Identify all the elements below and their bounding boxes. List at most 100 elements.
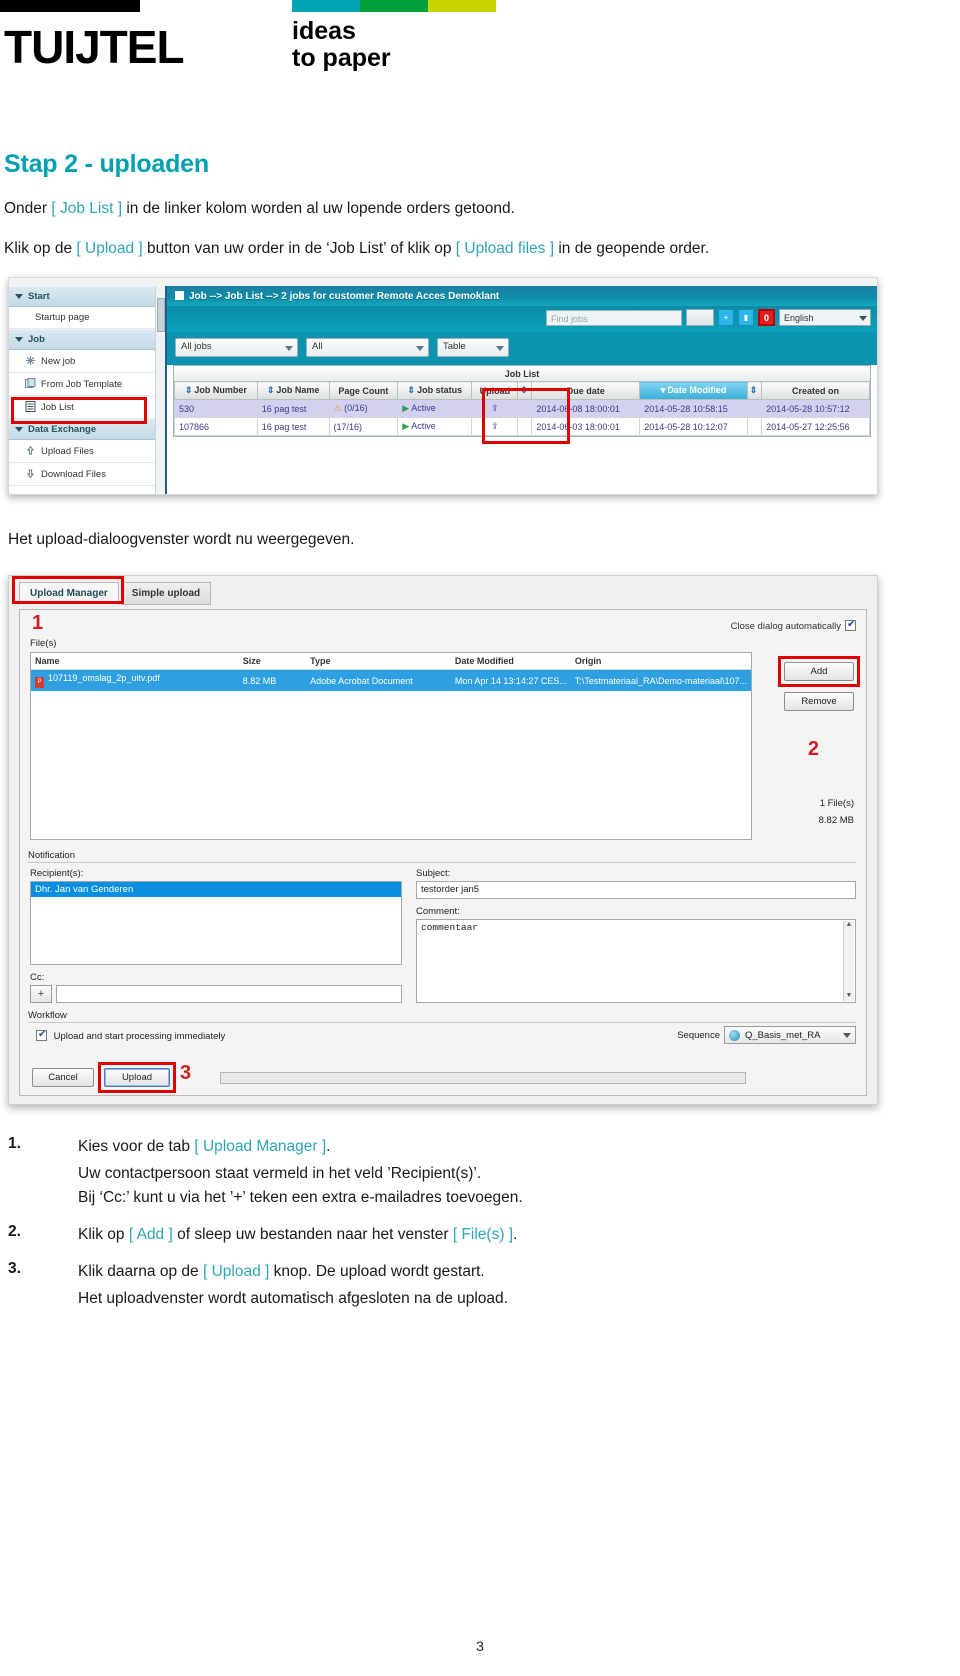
sidebar-item-download-files[interactable]: Download Files [9,463,163,487]
col-job-number-label: Job Number [194,385,247,396]
col-job-status[interactable]: ⇕ Job status [397,381,473,401]
cell-page-count: (17/16) [328,417,399,437]
joblist-titlebar: Job --> Job List --> 2 jobs for customer… [167,286,877,307]
instruction-3-body: Klik daarna op de [ Upload ] knop. De up… [78,1260,960,1283]
search-icon[interactable] [686,309,714,327]
instruction-3-number: 3. [8,1260,21,1278]
file-cell-origin: T:\Testmateriaal_RA\Demo-materiaal\107..… [570,669,751,692]
sequence-value: Q_Basis_met_RA [745,1030,821,1042]
joblist-breadcrumb: Job --> Job List --> 2 jobs for customer… [189,291,500,303]
col-created-on[interactable]: Created on [761,381,870,401]
instruction-2-number: 2. [8,1222,21,1240]
logout-icon[interactable]: 0 [758,309,775,327]
cell-job-status-value: Active [411,421,436,432]
cc-input[interactable] [56,985,402,1004]
col-page-count[interactable]: Page Count [328,381,399,401]
sort-desc-icon: ▾ [660,385,666,396]
find-jobs-input[interactable]: Find jobs [546,309,682,326]
instruction-1-sub-1: Uw contactpersoon staat vermeld in het v… [78,1165,482,1183]
intro-paragraph-1: Onder [ Job List ] in de linker kolom wo… [4,197,960,221]
cell-job-name: 16 pag test [256,417,330,437]
upload-and-start-checkbox[interactable] [36,1029,47,1042]
close-dialog-checkbox[interactable] [845,619,856,632]
close-dialog-automatically-row[interactable]: Close dialog automatically [731,619,856,632]
subject-label: Subject: [416,868,451,880]
filter-all-value: All [312,341,323,353]
files-list-box[interactable]: Name Size Type Date Modified Origin P 107… [30,652,752,841]
file-row[interactable]: P 107119_omslag_2p_uitv.pdf 8.82 MB Adobe… [31,669,751,692]
col-sort-handle-created[interactable]: ⇕ [747,381,763,401]
cc-add-button[interactable]: + [30,985,52,1004]
logo-bar-green [360,0,428,12]
sidebar-scrollbar[interactable] [155,286,165,495]
comment-textarea[interactable]: commentaar ▲ ▼ [416,919,856,1004]
col-date-modified-label: Date Modified [667,385,727,396]
sidebar-item-new-job[interactable]: New job [9,350,163,374]
remove-button[interactable]: Remove [784,692,854,712]
instruction-2-ref-add: [ Add ] [128,1225,173,1243]
play-icon: ▶ [402,403,410,414]
joblist-filters: All jobs All Table [167,332,877,366]
files-table: Name Size Type Date Modified Origin P 107… [31,653,751,692]
recipient-selected-item[interactable]: Dhr. Jan van Genderen [31,882,401,898]
comment-label: Comment: [416,906,460,918]
intro2-ref-uploadfiles: [ Upload files ] [455,240,555,258]
sidebar-item-from-job-template[interactable]: From Job Template [9,373,163,397]
file-col-name[interactable]: Name [31,653,239,671]
sort-icon: ⇕ [266,385,275,396]
file-cell-size: 8.82 MB [238,669,307,692]
cancel-button[interactable]: Cancel [32,1068,94,1088]
intro1-text-b: in de linker kolom worden al uw lopende … [122,200,515,217]
intro1-ref-joblist: [ Job List ] [51,200,123,217]
filter-view-table[interactable]: Table [437,338,509,358]
cell-page-count-value: (0/16) [344,403,368,414]
col-date-modified[interactable]: ▾ Date Modified [639,381,749,401]
cc-label: Cc: [30,972,45,984]
add-filter-icon[interactable]: + [718,309,734,327]
col-job-name[interactable]: ⇕ Job Name [256,381,330,401]
sidebar-group-job[interactable]: Job [9,329,163,351]
instruction-2-body: Klik op [ Add ] of sleep uw bestanden na… [78,1223,960,1246]
comment-scrollbar[interactable]: ▲ ▼ [843,921,854,1002]
sidebar-group-data-exchange-label: Data Exchange [28,424,97,436]
instruction-1-text-a: Kies voor de tab [78,1138,195,1156]
file-col-size[interactable]: Size [238,653,307,671]
file-col-origin[interactable]: Origin [570,653,751,671]
comment-value: commentaar [421,922,479,934]
tab-simple-upload[interactable]: Simple upload [120,582,212,606]
workflow-section-label: Workflow [28,1010,73,1022]
language-select-value: English [784,313,814,324]
filter-all[interactable]: All [306,338,429,358]
sort-icon: ⇕ [184,385,193,396]
filter-all-jobs[interactable]: All jobs [175,338,298,358]
scrollbar-thumb[interactable] [156,298,165,333]
sidebar-group-start[interactable]: Start [9,286,163,308]
app-icon [175,291,184,301]
upload-and-start-row[interactable]: Upload and start processing immediately [32,1029,225,1042]
instruction-1-sub-2: Bij ‘Cc:’ kunt u via het ’+’ teken een e… [78,1188,523,1206]
chevron-down-icon [416,346,424,352]
language-select[interactable]: English [779,309,871,327]
chevron-up-icon[interactable]: ▲ [844,921,854,930]
cell-job-status-value: Active [411,403,436,414]
subject-input[interactable]: testorder jan5 [416,881,856,900]
cell-spacer-created [747,417,763,437]
sort-icon: ⇕ [407,385,416,396]
sidebar-item-startup-page[interactable]: Startup page [9,307,163,330]
chevron-down-icon[interactable]: ▼ [844,992,854,1001]
sequence-select[interactable]: Q_Basis_met_RA [724,1026,856,1045]
chevron-down-icon [15,427,23,433]
tab-simple-upload-label: Simple upload [131,588,201,600]
col-job-number[interactable]: ⇕ Job Number [174,381,258,401]
sidebar-item-upload-files[interactable]: Upload Files [9,440,163,464]
instruction-2-text-a: Klik op [78,1225,129,1243]
file-col-type[interactable]: Type [306,653,451,671]
download-icon [25,468,36,479]
chart-icon[interactable]: ▮ [738,309,754,327]
recipients-list[interactable]: Dhr. Jan van Genderen [30,881,402,966]
highlight-box-upload-manager-tab [12,576,124,605]
intro2-ref-upload: [ Upload ] [76,240,143,258]
mid-sentence: Het upload-dialoogvenster wordt nu weerg… [8,531,355,549]
file-col-date-modified[interactable]: Date Modified [450,653,571,671]
cell-date-modified: 2014-05-28 10:12:07 [639,417,749,437]
